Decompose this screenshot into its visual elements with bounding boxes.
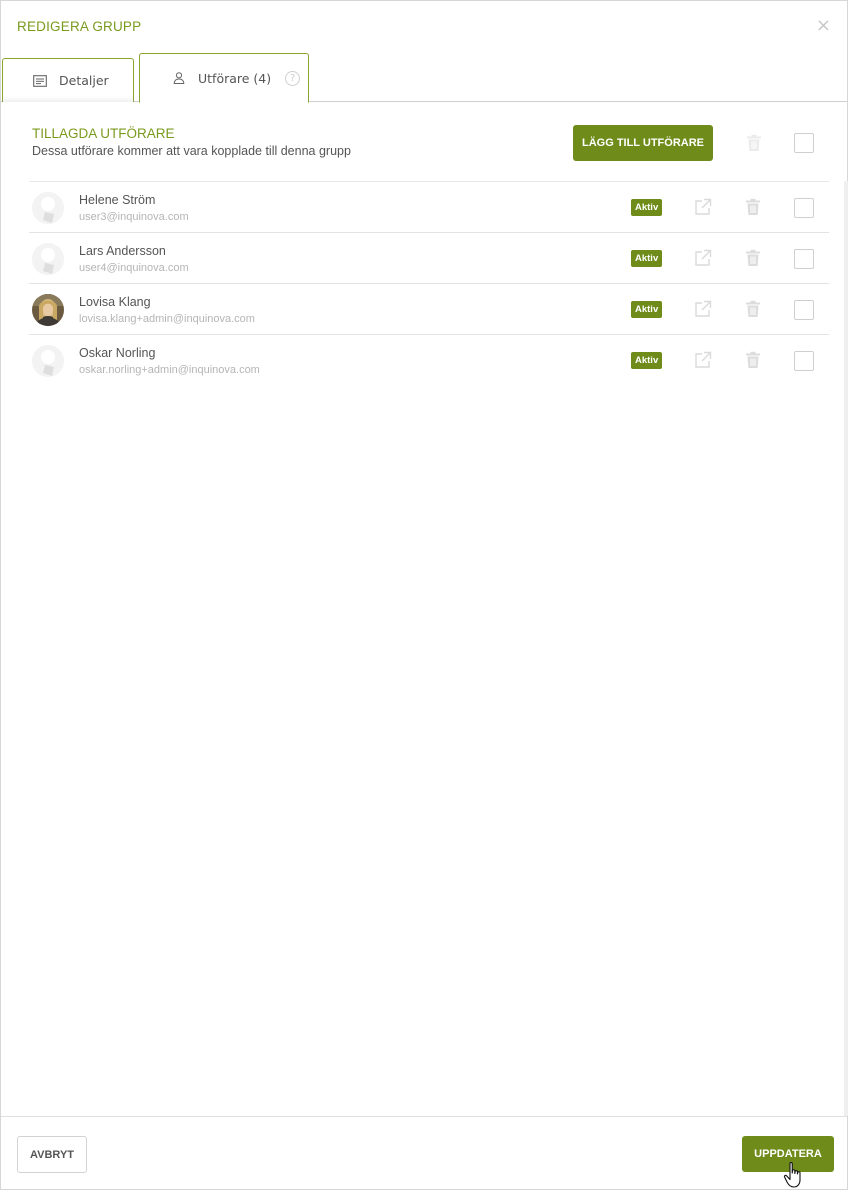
tab-performers-label: Utförare (4) (198, 70, 272, 86)
row-checkbox[interactable] (794, 198, 814, 218)
avatar (32, 192, 64, 224)
question-circle-icon[interactable]: ? (285, 70, 301, 86)
avatar-placeholder-icon (32, 192, 64, 224)
performer-name: Helene Ström (79, 193, 156, 207)
row-checkbox[interactable] (794, 300, 814, 320)
trash-icon[interactable] (744, 198, 762, 216)
section-subtitle: Dessa utförare kommer att vara kopplade … (32, 144, 351, 158)
performer-email: lovisa.klang+admin@inquinova.com (79, 313, 255, 325)
external-link-icon[interactable] (694, 198, 712, 216)
close-icon[interactable]: × (816, 16, 831, 36)
trash-icon[interactable] (744, 249, 762, 267)
trash-icon[interactable] (744, 351, 762, 369)
person-icon (173, 72, 185, 84)
hand-cursor-icon (783, 1161, 801, 1188)
select-all-checkbox[interactable] (794, 133, 814, 153)
performer-name: Lars Andersson (79, 244, 166, 258)
details-list-icon (33, 74, 47, 87)
external-link-icon[interactable] (694, 300, 712, 318)
row-checkbox[interactable] (794, 249, 814, 269)
avatar (32, 243, 64, 275)
tab-details[interactable]: Detaljer (2, 58, 134, 102)
performer-email: user3@inquinova.com (79, 211, 189, 223)
performer-email: oskar.norling+admin@inquinova.com (79, 364, 260, 376)
trash-icon[interactable] (744, 300, 762, 318)
avatar (32, 294, 64, 326)
cancel-button[interactable]: AVBRYT (17, 1136, 87, 1173)
scrollbar[interactable] (844, 181, 848, 1116)
status-badge: Aktiv (631, 250, 663, 267)
dialog-title: REDIGERA GRUPP (17, 19, 142, 34)
external-link-icon[interactable] (694, 249, 712, 267)
list-item: Lovisa Klang lovisa.klang+admin@inquinov… (29, 284, 829, 335)
external-link-icon[interactable] (694, 351, 712, 369)
status-badge: Aktiv (631, 301, 663, 318)
row-checkbox[interactable] (794, 351, 814, 371)
status-badge: Aktiv (631, 352, 663, 369)
performer-name: Lovisa Klang (79, 295, 151, 309)
add-performer-button[interactable]: LÄGG TILL UTFÖRARE (573, 125, 713, 161)
tab-details-label: Detaljer (59, 73, 109, 88)
list-item: Oskar Norling oskar.norling+admin@inquin… (29, 335, 829, 386)
status-badge: Aktiv (631, 199, 663, 216)
trash-icon[interactable] (745, 134, 763, 152)
list-item: Helene Ström user3@inquinova.com Aktiv (29, 182, 829, 233)
tab-performers[interactable]: Utförare (4) ? (139, 53, 309, 103)
avatar (32, 345, 64, 377)
avatar-placeholder-icon (32, 345, 64, 377)
performer-name: Oskar Norling (79, 346, 156, 360)
performer-email: user4@inquinova.com (79, 262, 189, 274)
edit-group-dialog: REDIGERA GRUPP × Detaljer Utförare (4) ?… (0, 0, 848, 1190)
avatar-photo (32, 294, 64, 326)
list-item: Lars Andersson user4@inquinova.com Aktiv (29, 233, 829, 284)
footer-divider (1, 1116, 847, 1117)
avatar-placeholder-icon (32, 243, 64, 275)
section-title: TILLAGDA UTFÖRARE (32, 126, 175, 141)
